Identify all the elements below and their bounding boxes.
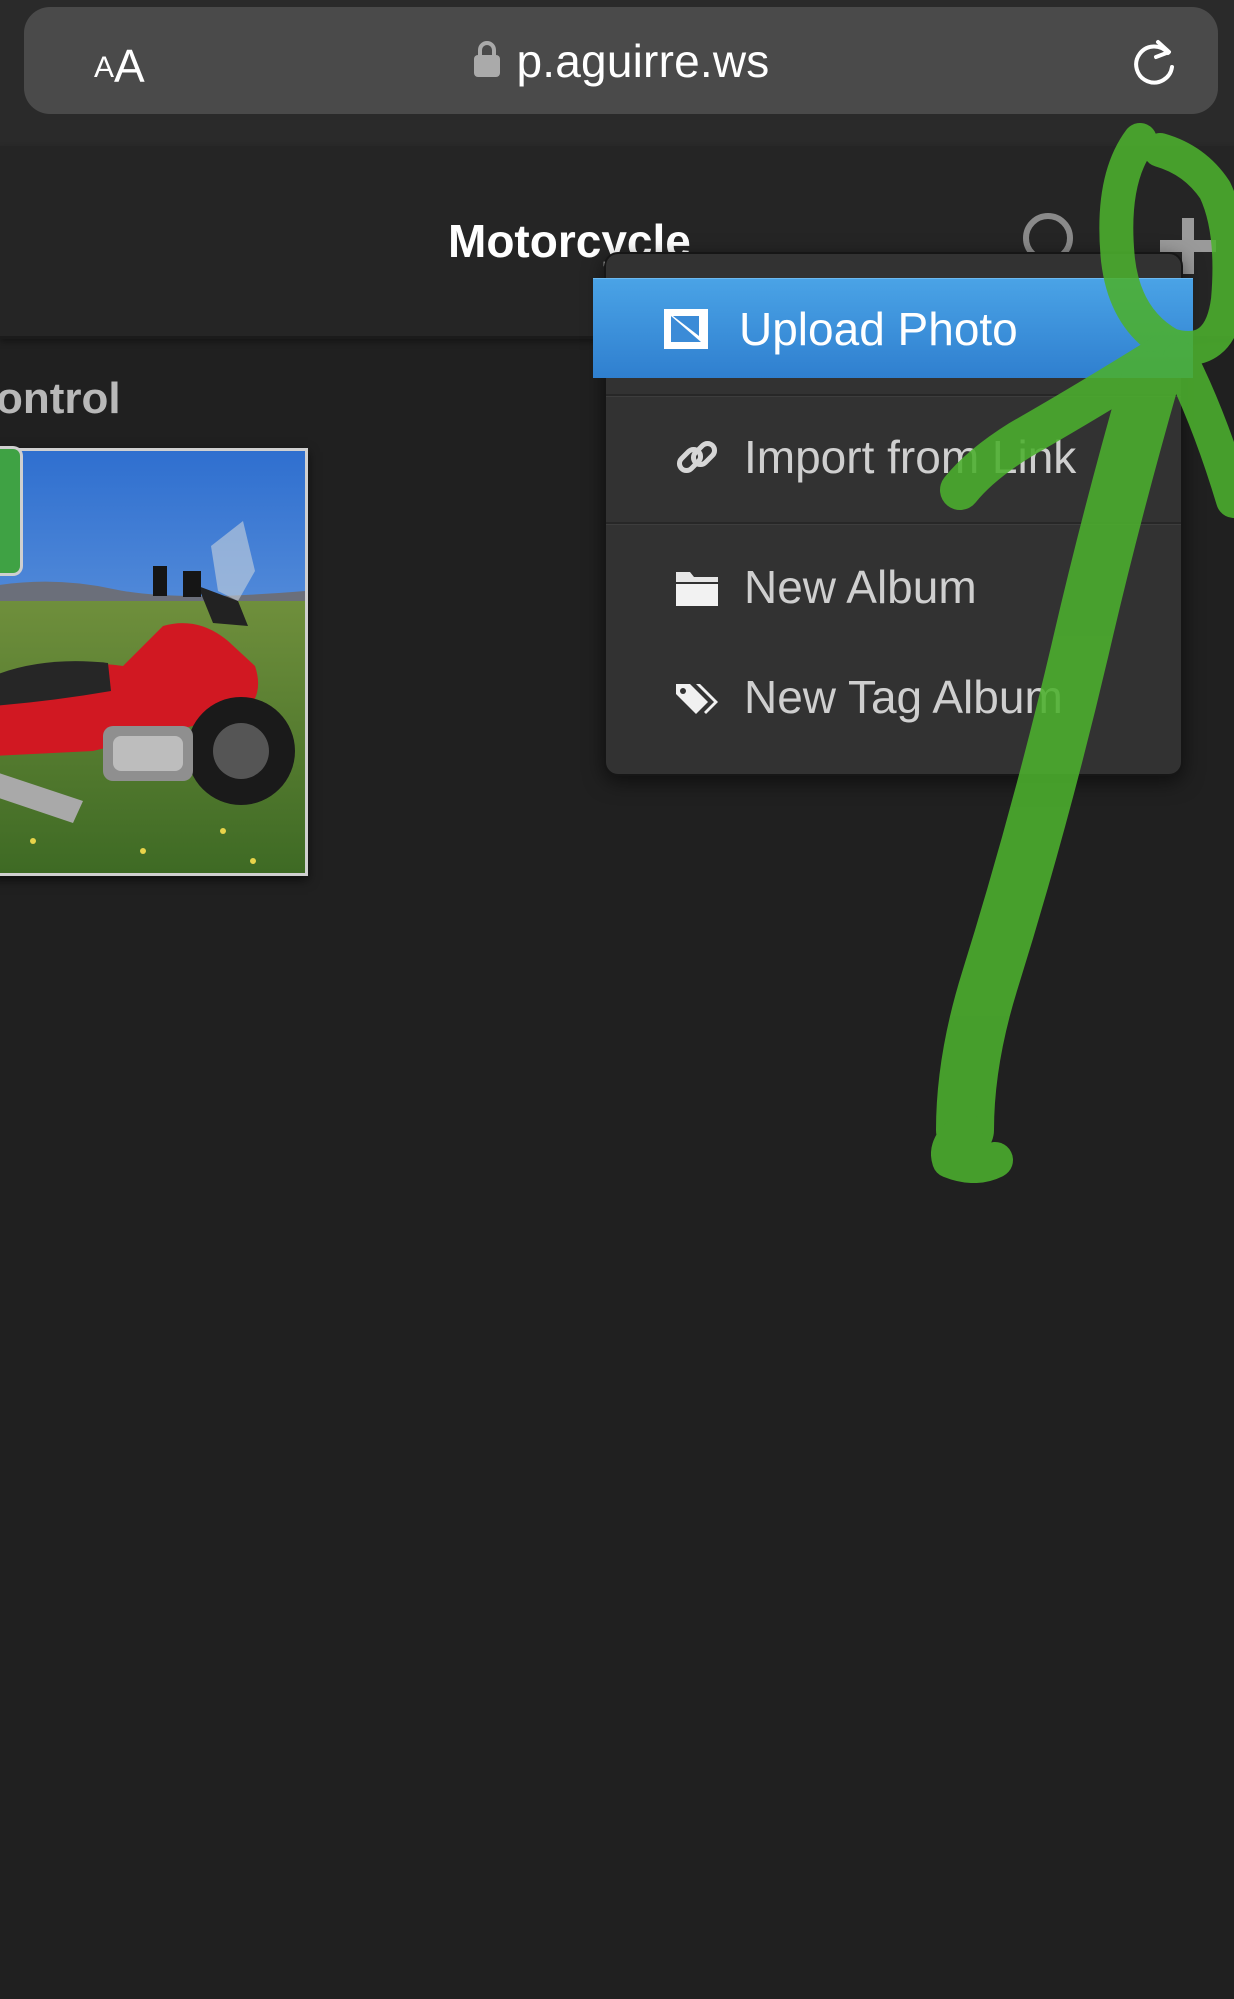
- folder-icon: [676, 572, 718, 606]
- link-icon: [676, 440, 718, 474]
- lock-icon: [473, 41, 500, 77]
- section-title: ontrol: [0, 374, 121, 423]
- tags-icon: [676, 684, 718, 714]
- image-icon: [664, 308, 708, 349]
- url-display[interactable]: p.aguirre.ws: [24, 31, 1218, 91]
- menu-item-label: New Tag Album: [744, 671, 1063, 723]
- menu-item-label: Upload Photo: [739, 302, 1018, 355]
- menu-item-label: Import from Link: [744, 431, 1077, 483]
- menu-divider: [606, 394, 1181, 397]
- menu-divider: [606, 522, 1181, 525]
- url-text: p.aguirre.ws: [516, 35, 770, 87]
- photo-thumbnail[interactable]: [0, 448, 308, 876]
- add-menu: Upload Photo Import from Link New Album …: [593, 252, 1193, 776]
- address-bar[interactable]: A A p.aguirre.ws: [24, 7, 1218, 114]
- menu-item-label: New Album: [744, 561, 977, 613]
- status-badge: [0, 446, 23, 576]
- menu-item-import-link[interactable]: Import from Link: [674, 409, 1076, 505]
- browser-toolbar: A A p.aguirre.ws: [0, 0, 1234, 146]
- menu-item-new-album[interactable]: New Album: [674, 539, 977, 635]
- reload-icon[interactable]: [1128, 37, 1180, 89]
- motorcycle-photo: [0, 451, 305, 873]
- menu-item-upload-photo[interactable]: Upload Photo: [593, 278, 1193, 378]
- menu-item-new-tag-album[interactable]: New Tag Album: [674, 649, 1063, 745]
